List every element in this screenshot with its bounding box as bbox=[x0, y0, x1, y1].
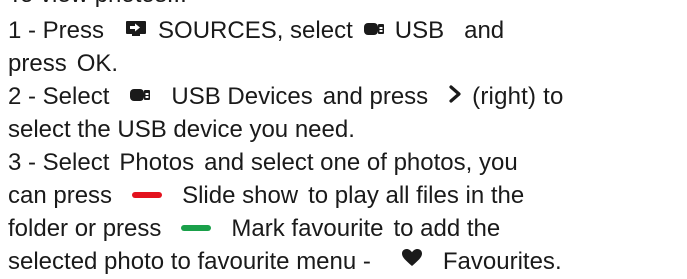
sources-label: SOURCES bbox=[158, 17, 277, 44]
photos-label: Photos bbox=[119, 149, 195, 176]
step-2-text-e: select the USB device you need. bbox=[8, 116, 355, 143]
step-1-text-a: 1 - Press bbox=[8, 17, 105, 44]
usb-devices-label: USB Devices bbox=[171, 83, 313, 110]
red-color-key-icon bbox=[132, 191, 163, 198]
step-3-line-4: selected photo to favourite menu - Favou… bbox=[8, 245, 562, 279]
step-3-text-selected: selected photo to favourite menu - bbox=[8, 248, 371, 275]
usb-icon bbox=[363, 13, 385, 46]
step-1-line-1: 1 - Press SOURCES, select USB and bbox=[8, 14, 504, 48]
step-3-period: . bbox=[554, 248, 562, 275]
step-3-line-1: 3 - Select Photos and select one of photos… bbox=[8, 146, 518, 179]
step-2-text-a: 2 - Select bbox=[8, 83, 110, 110]
usb-label: USB bbox=[394, 17, 445, 44]
step-1-text-e: and bbox=[464, 17, 505, 44]
ok-label: OK bbox=[76, 50, 112, 77]
step-3-text-folder: folder or press bbox=[8, 215, 162, 242]
step-3-text-a: 3 - Select bbox=[8, 149, 110, 176]
heart-icon bbox=[401, 244, 423, 277]
step-1-text-press: press bbox=[8, 50, 67, 77]
step-3-text-add: to add the bbox=[393, 215, 501, 242]
instruction-document: To view photos... 1 - Press SOURCES, sel… bbox=[0, 0, 687, 275]
usb-icon bbox=[129, 79, 151, 112]
step-2-line-2: select the USB device you need. bbox=[8, 113, 355, 146]
mark-favourite-label: Mark favourite bbox=[231, 215, 384, 242]
step-3-text-c: and select one of photos, you bbox=[204, 149, 518, 176]
step-3-line-3: folder or press Mark favourite to add the bbox=[8, 212, 500, 245]
step-1-period: . bbox=[111, 50, 119, 77]
green-color-key-icon bbox=[181, 224, 212, 231]
step-1-text-c: , select bbox=[276, 17, 353, 44]
slide-show-label: Slide show bbox=[182, 182, 299, 209]
step-3-text-can-press: can press bbox=[8, 182, 113, 209]
cut-off-line: To view photos... bbox=[8, 0, 187, 11]
favourites-label: Favourites bbox=[442, 248, 555, 275]
step-2-text-d: (right) to bbox=[472, 83, 564, 110]
sources-icon bbox=[124, 13, 148, 46]
cut-off-text: To view photos... bbox=[8, 0, 187, 8]
step-2-text-c: and press bbox=[322, 83, 429, 110]
step-2-line-1: 2 - Select USB Devices and press (right) … bbox=[8, 80, 564, 114]
chevron-right-icon bbox=[448, 79, 462, 112]
step-1-line-2: press OK. bbox=[8, 47, 118, 80]
step-3-text-play: to play all files in the bbox=[308, 182, 525, 209]
step-3-line-2: can press Slide show to play all files in … bbox=[8, 179, 524, 212]
